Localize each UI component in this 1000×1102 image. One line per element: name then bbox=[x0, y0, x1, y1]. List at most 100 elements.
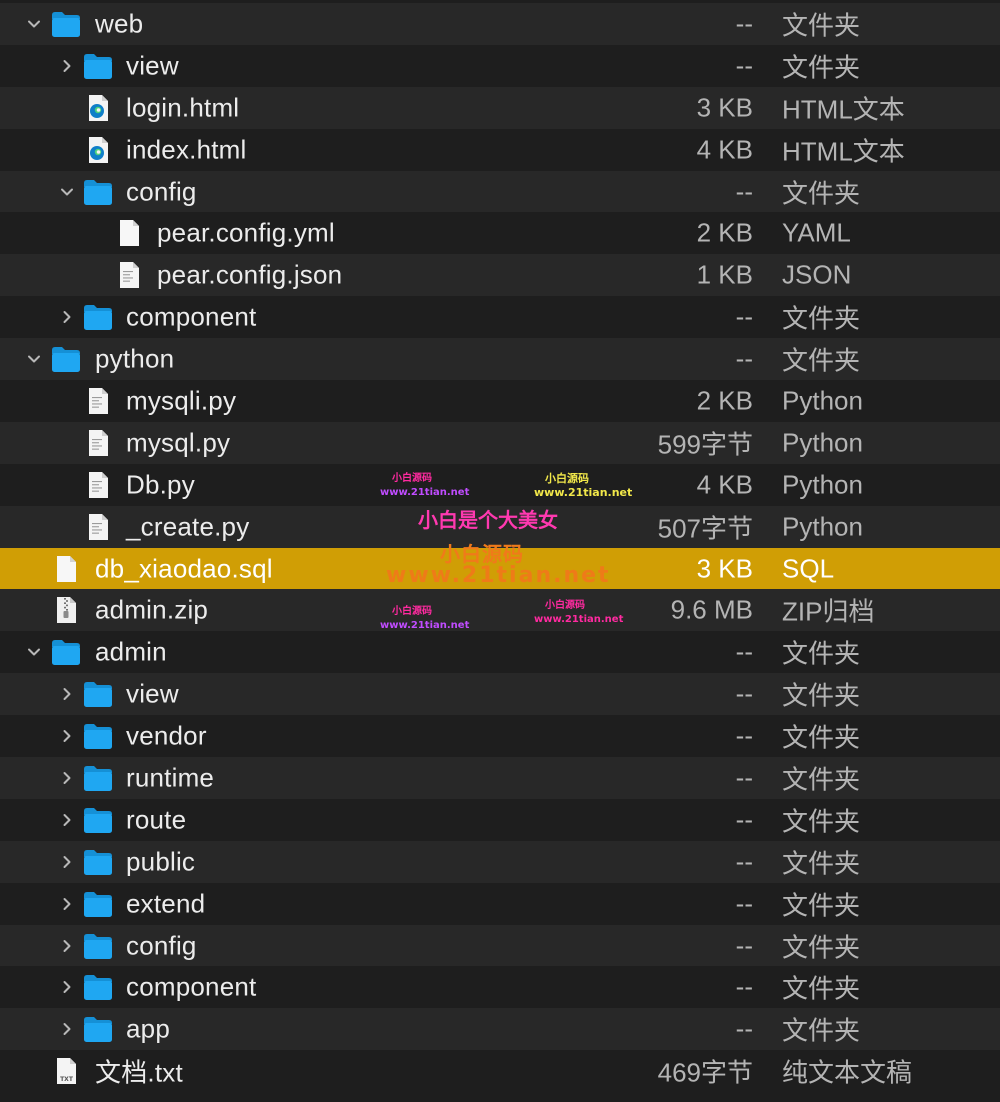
file-row[interactable]: index.html 4 KB HTML文本 bbox=[0, 128, 1000, 171]
file-kind: 文件夹 bbox=[782, 932, 861, 963]
folder-icon bbox=[82, 972, 114, 1002]
zip-archive-icon bbox=[50, 595, 82, 625]
file-size: 1 KB bbox=[696, 259, 753, 290]
chevron-right-icon[interactable] bbox=[60, 1022, 74, 1036]
file-row[interactable]: component -- 文件夹 bbox=[0, 966, 1000, 1009]
chevron-right-icon[interactable] bbox=[60, 687, 74, 701]
blank-document-icon bbox=[50, 554, 82, 584]
file-size: 469字节 bbox=[657, 1057, 753, 1088]
file-name: python bbox=[95, 343, 175, 374]
svg-text:TXT: TXT bbox=[60, 1076, 74, 1083]
chevron-right-icon[interactable] bbox=[60, 729, 74, 743]
file-row[interactable]: public -- 文件夹 bbox=[0, 840, 1000, 883]
file-row[interactable]: admin.zip 9.6 MB ZIP归档 bbox=[0, 589, 1000, 632]
file-size: 2 KB bbox=[696, 217, 753, 248]
file-name: extend bbox=[126, 888, 206, 919]
file-row[interactable]: view -- 文件夹 bbox=[0, 673, 1000, 716]
file-kind: HTML文本 bbox=[782, 136, 905, 167]
file-row[interactable]: TXT 文档.txt 469字节 纯文本文稿 bbox=[0, 1050, 1000, 1093]
file-row[interactable]: Db.py 4 KB Python bbox=[0, 463, 1000, 506]
file-kind: ZIP归档 bbox=[782, 596, 875, 627]
file-size: 507字节 bbox=[657, 513, 753, 544]
file-kind: 文件夹 bbox=[782, 303, 861, 334]
file-row[interactable]: pear.config.json 1 KB JSON bbox=[0, 254, 1000, 297]
file-name: view bbox=[126, 678, 179, 709]
file-row[interactable]: db_xiaodao.sql 3 KB SQL bbox=[0, 547, 1000, 590]
chevron-right-icon[interactable] bbox=[60, 897, 74, 911]
file-name: component bbox=[126, 971, 257, 1002]
file-kind: 文件夹 bbox=[782, 52, 861, 83]
file-size: 3 KB bbox=[696, 92, 753, 123]
folder-icon bbox=[82, 302, 114, 332]
file-size: -- bbox=[735, 8, 753, 39]
file-row[interactable]: web -- 文件夹 bbox=[0, 3, 1000, 45]
file-name: 文档.txt bbox=[95, 1057, 183, 1088]
file-row[interactable]: _create.py 507字节 Python bbox=[0, 505, 1000, 548]
file-kind: 文件夹 bbox=[782, 638, 861, 669]
file-size: -- bbox=[735, 971, 753, 1002]
chevron-right-icon[interactable] bbox=[60, 813, 74, 827]
file-size: -- bbox=[735, 176, 753, 206]
file-name: index.html bbox=[126, 134, 247, 165]
file-kind: 文件夹 bbox=[782, 973, 861, 1004]
file-row[interactable]: component -- 文件夹 bbox=[0, 296, 1000, 339]
file-row[interactable]: pear.config.yml 2 KB YAML bbox=[0, 212, 1000, 255]
file-row[interactable]: config -- 文件夹 bbox=[0, 924, 1000, 967]
file-row[interactable]: mysqli.py 2 KB Python bbox=[0, 380, 1000, 422]
txt-document-icon: TXT bbox=[50, 1056, 82, 1086]
file-name: config bbox=[126, 176, 197, 206]
file-kind: HTML文本 bbox=[782, 94, 905, 125]
folder-icon bbox=[82, 763, 114, 793]
chevron-right-icon[interactable] bbox=[60, 771, 74, 785]
file-row[interactable]: mysql.py 599字节 Python bbox=[0, 421, 1000, 464]
chevron-down-icon[interactable] bbox=[60, 185, 74, 199]
file-name: component bbox=[126, 301, 257, 332]
folder-icon bbox=[50, 9, 82, 39]
file-list: web -- 文件夹 view -- 文件夹 login.html 3 KB HTML文本 ind… bbox=[0, 3, 1000, 1093]
file-kind: YAML bbox=[782, 217, 851, 248]
python-document-icon bbox=[82, 512, 114, 542]
edge-html-icon bbox=[82, 135, 114, 165]
file-row[interactable]: extend -- 文件夹 bbox=[0, 882, 1000, 925]
folder-icon bbox=[82, 931, 114, 961]
file-row[interactable]: python -- 文件夹 bbox=[0, 338, 1000, 381]
file-name: pear.config.yml bbox=[157, 217, 335, 248]
chevron-right-icon[interactable] bbox=[60, 59, 74, 73]
folder-icon bbox=[82, 1014, 114, 1044]
file-kind: Python bbox=[782, 427, 863, 458]
file-name: config bbox=[126, 930, 197, 961]
file-size: 3 KB bbox=[696, 553, 753, 584]
file-row[interactable]: view -- 文件夹 bbox=[0, 44, 1000, 87]
file-kind: 文件夹 bbox=[782, 848, 861, 879]
file-row[interactable]: app -- 文件夹 bbox=[0, 1008, 1000, 1051]
file-kind: 文件夹 bbox=[782, 680, 861, 711]
file-name: mysqli.py bbox=[126, 385, 237, 416]
file-row[interactable]: runtime -- 文件夹 bbox=[0, 757, 1000, 799]
chevron-right-icon[interactable] bbox=[60, 855, 74, 869]
chevron-right-icon[interactable] bbox=[60, 980, 74, 994]
blank-document-icon bbox=[113, 218, 145, 248]
file-row[interactable]: vendor -- 文件夹 bbox=[0, 715, 1000, 758]
chevron-right-icon[interactable] bbox=[60, 310, 74, 324]
file-kind: 文件夹 bbox=[782, 722, 861, 753]
chevron-down-icon[interactable] bbox=[27, 352, 41, 366]
chevron-down-icon[interactable] bbox=[27, 17, 41, 31]
file-kind: 文件夹 bbox=[782, 806, 861, 837]
file-row[interactable]: config -- 文件夹 bbox=[0, 170, 1000, 213]
chevron-down-icon[interactable] bbox=[27, 645, 41, 659]
file-name: public bbox=[126, 846, 196, 877]
file-row[interactable]: route -- 文件夹 bbox=[0, 798, 1000, 841]
file-name: route bbox=[126, 804, 187, 835]
file-kind: 纯文本文稿 bbox=[782, 1057, 913, 1088]
folder-icon bbox=[82, 847, 114, 877]
file-size: 2 KB bbox=[696, 385, 753, 416]
chevron-right-icon[interactable] bbox=[60, 939, 74, 953]
file-name: pear.config.json bbox=[157, 259, 343, 290]
text-document-icon bbox=[113, 260, 145, 290]
file-row[interactable]: admin -- 文件夹 bbox=[0, 631, 1000, 674]
file-size: -- bbox=[735, 636, 753, 667]
folder-icon bbox=[82, 805, 114, 835]
file-row[interactable]: login.html 3 KB HTML文本 bbox=[0, 86, 1000, 129]
python-document-icon bbox=[82, 428, 114, 458]
file-kind: 文件夹 bbox=[782, 10, 861, 41]
